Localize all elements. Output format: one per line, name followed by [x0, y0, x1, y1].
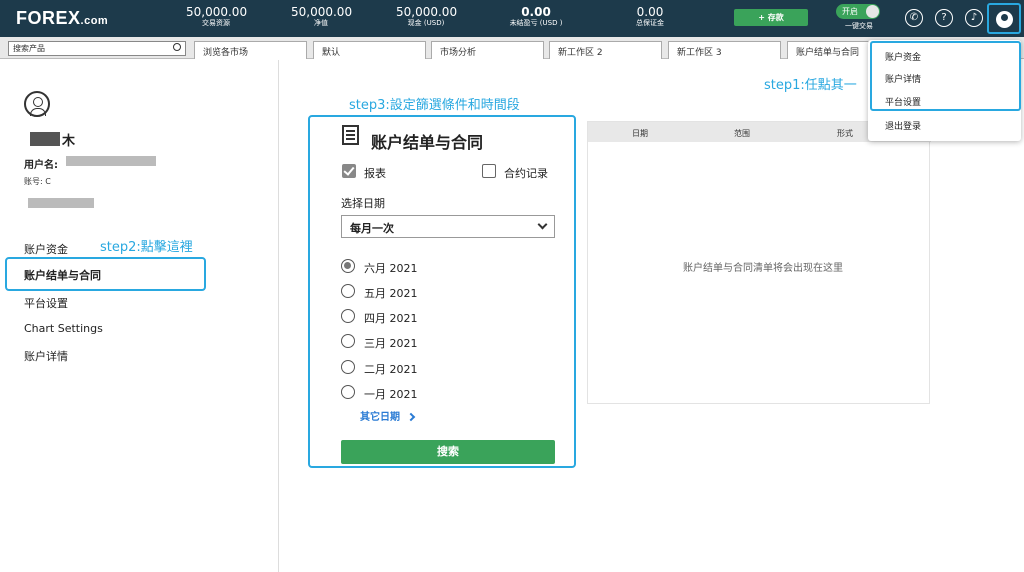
column-date[interactable]: 日期 [632, 128, 648, 139]
filter-title: 账户结单与合同 [371, 133, 484, 152]
date-label: 选择日期 [341, 197, 385, 210]
menu-item-logout[interactable]: 退出登录 [885, 119, 921, 132]
month-label: 三月 2021 [364, 337, 418, 350]
sidebar-item-chart-settings[interactable]: Chart Settings [24, 322, 103, 335]
toggle-switch[interactable]: 开启 [836, 4, 880, 19]
more-dates-link[interactable]: 其它日期 [360, 408, 416, 423]
month-radio-mar[interactable] [341, 334, 355, 348]
month-label: 二月 2021 [364, 363, 418, 376]
tab-browse-markets[interactable]: 浏览各市场 [194, 41, 307, 59]
logo-text: FOREX [16, 8, 81, 28]
account-sidebar: 木 用户名: 账号: C 账户资金 账户结单与合同 平台设置 Chart Set… [0, 60, 279, 572]
stat-trading-resources: 50,000.00 交易资源 [186, 5, 248, 27]
bell-icon[interactable]: ♪ [965, 9, 983, 27]
menu-item-account-funds[interactable]: 账户资金 [885, 50, 921, 63]
month-radio-jun[interactable] [341, 259, 355, 273]
stat-cash: 50,000.00 现金 (USD) [396, 5, 458, 27]
top-bar: FOREX.com 50,000.00 交易资源 50,000.00 净值 50… [0, 0, 1024, 37]
month-label: 四月 2021 [364, 312, 418, 325]
product-search-input[interactable]: 搜索产品 [8, 41, 186, 56]
stat-unrealized-pl: 0.00 未结盈亏 (USD ) [496, 6, 576, 27]
stat-value: 0.00 [521, 5, 551, 19]
frequency-value: 每月一次 [350, 222, 394, 235]
help-icon[interactable]: ? [935, 9, 953, 27]
toggle-knob [866, 5, 879, 18]
stat-value: 50,000.00 [396, 5, 458, 19]
stat-label: 未结盈亏 (USD ) [509, 19, 563, 27]
sidebar-item-platform-settings[interactable]: 平台设置 [24, 295, 68, 311]
month-radio-feb[interactable] [341, 360, 355, 374]
sidebar-item-account-funds[interactable]: 账户资金 [24, 241, 68, 257]
search-icon [173, 43, 181, 51]
toggle-state: 开启 [842, 7, 858, 16]
chevron-down-icon [537, 219, 548, 230]
toggle-label: 一键交易 [845, 22, 873, 30]
month-label: 一月 2021 [364, 388, 418, 401]
stat-equity: 50,000.00 净值 [291, 5, 353, 27]
user-menu-button[interactable] [987, 3, 1021, 34]
stat-value: 0.00 [636, 5, 664, 19]
stat-label: 交易资源 [202, 19, 230, 27]
tab-workspace-2[interactable]: 新工作区 2 [549, 41, 662, 59]
avatar-icon [24, 91, 50, 117]
month-label: 六月 2021 [364, 262, 418, 275]
user-icon [996, 11, 1013, 28]
tab-default[interactable]: 默认 [313, 41, 426, 59]
tab-workspace-3[interactable]: 新工作区 3 [668, 41, 781, 59]
annotation-step3: step3:設定篩選條件和時間段 [349, 98, 520, 113]
column-range[interactable]: 范围 [734, 128, 750, 139]
more-dates-label: 其它日期 [360, 412, 400, 423]
document-list-icon [342, 125, 359, 145]
chevron-right-icon [406, 412, 416, 422]
deposit-button[interactable]: + 存款 [734, 9, 808, 26]
month-radio-may[interactable] [341, 284, 355, 298]
month-label: 五月 2021 [364, 287, 418, 300]
search-placeholder: 搜索产品 [13, 44, 45, 53]
statement-filter-panel: 账户结单与合同 报表 合约记录 选择日期 每月一次 六月 2021 五月 202… [308, 115, 576, 468]
forex-logo[interactable]: FOREX.com [16, 8, 108, 29]
stat-label: 现金 (USD) [407, 19, 445, 27]
redacted-name [30, 132, 60, 146]
month-radio-jan[interactable] [341, 385, 355, 399]
stat-margin: 0.00 总保证金 [620, 6, 680, 27]
month-radio-apr[interactable] [341, 309, 355, 323]
account-name: 木 [62, 134, 76, 149]
column-format[interactable]: 形式 [837, 128, 853, 139]
statements-table: 日期 范围 形式 账户结单与合同清单将会出现在这里 [587, 121, 931, 404]
frequency-select[interactable]: 每月一次 [341, 215, 555, 238]
contracts-label: 合约记录 [504, 167, 548, 180]
stat-label: 净值 [314, 19, 328, 27]
redacted-info [28, 198, 94, 208]
contracts-checkbox[interactable] [482, 164, 496, 178]
username-label: 用户名: [24, 160, 58, 171]
annotation-step1: step1:任點其一 [764, 78, 857, 93]
stat-value: 50,000.00 [186, 5, 248, 19]
sidebar-item-statements[interactable]: 账户结单与合同 [24, 267, 101, 283]
annotation-step2: step2:點擊這裡 [100, 240, 193, 255]
one-click-trading-toggle[interactable]: 开启 一键交易 [836, 4, 882, 31]
menu-item-account-details[interactable]: 账户详情 [885, 72, 921, 85]
stat-label: 总保证金 [636, 19, 664, 27]
tab-market-analysis[interactable]: 市场分析 [431, 41, 544, 59]
statements-label: 报表 [364, 167, 386, 180]
search-button[interactable]: 搜索 [341, 440, 555, 464]
redacted-username [66, 156, 156, 166]
user-dropdown-menu: 账户资金 账户详情 平台设置 退出登录 [868, 40, 1021, 141]
menu-item-platform-settings[interactable]: 平台设置 [885, 95, 921, 108]
account-number-label: 账号: C [24, 177, 51, 186]
stat-value: 50,000.00 [291, 5, 353, 19]
phone-icon[interactable]: ✆ [905, 9, 923, 27]
tab-statements[interactable]: 账户结单与合同 [787, 41, 869, 59]
statements-checkbox[interactable] [342, 164, 356, 178]
empty-state-message: 账户结单与合同清单将会出现在这里 [683, 263, 843, 274]
logo-suffix: .com [80, 15, 109, 27]
sidebar-item-account-details[interactable]: 账户详情 [24, 348, 68, 364]
